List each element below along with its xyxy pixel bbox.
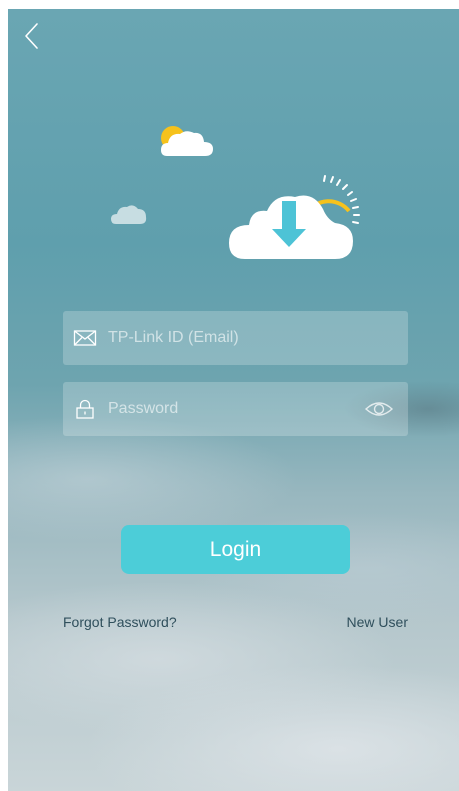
cloud-download-icon (229, 175, 360, 259)
envelope-icon (73, 330, 97, 346)
login-button[interactable]: Login (121, 525, 350, 574)
eye-icon (364, 402, 394, 416)
login-screen: Login Forgot Password? New User (8, 9, 459, 791)
forgot-password-link[interactable]: Forgot Password? (63, 614, 177, 630)
sun-cloud-icon (161, 126, 213, 156)
password-field (63, 382, 408, 436)
password-input[interactable] (108, 382, 348, 436)
lock-icon (76, 399, 94, 419)
show-password-toggle[interactable] (364, 398, 394, 420)
email-field (63, 311, 408, 365)
chevron-left-icon (25, 23, 38, 49)
back-button[interactable] (20, 21, 46, 51)
email-input[interactable] (108, 311, 348, 365)
small-cloud-icon (111, 205, 147, 224)
new-user-link[interactable]: New User (347, 614, 408, 630)
